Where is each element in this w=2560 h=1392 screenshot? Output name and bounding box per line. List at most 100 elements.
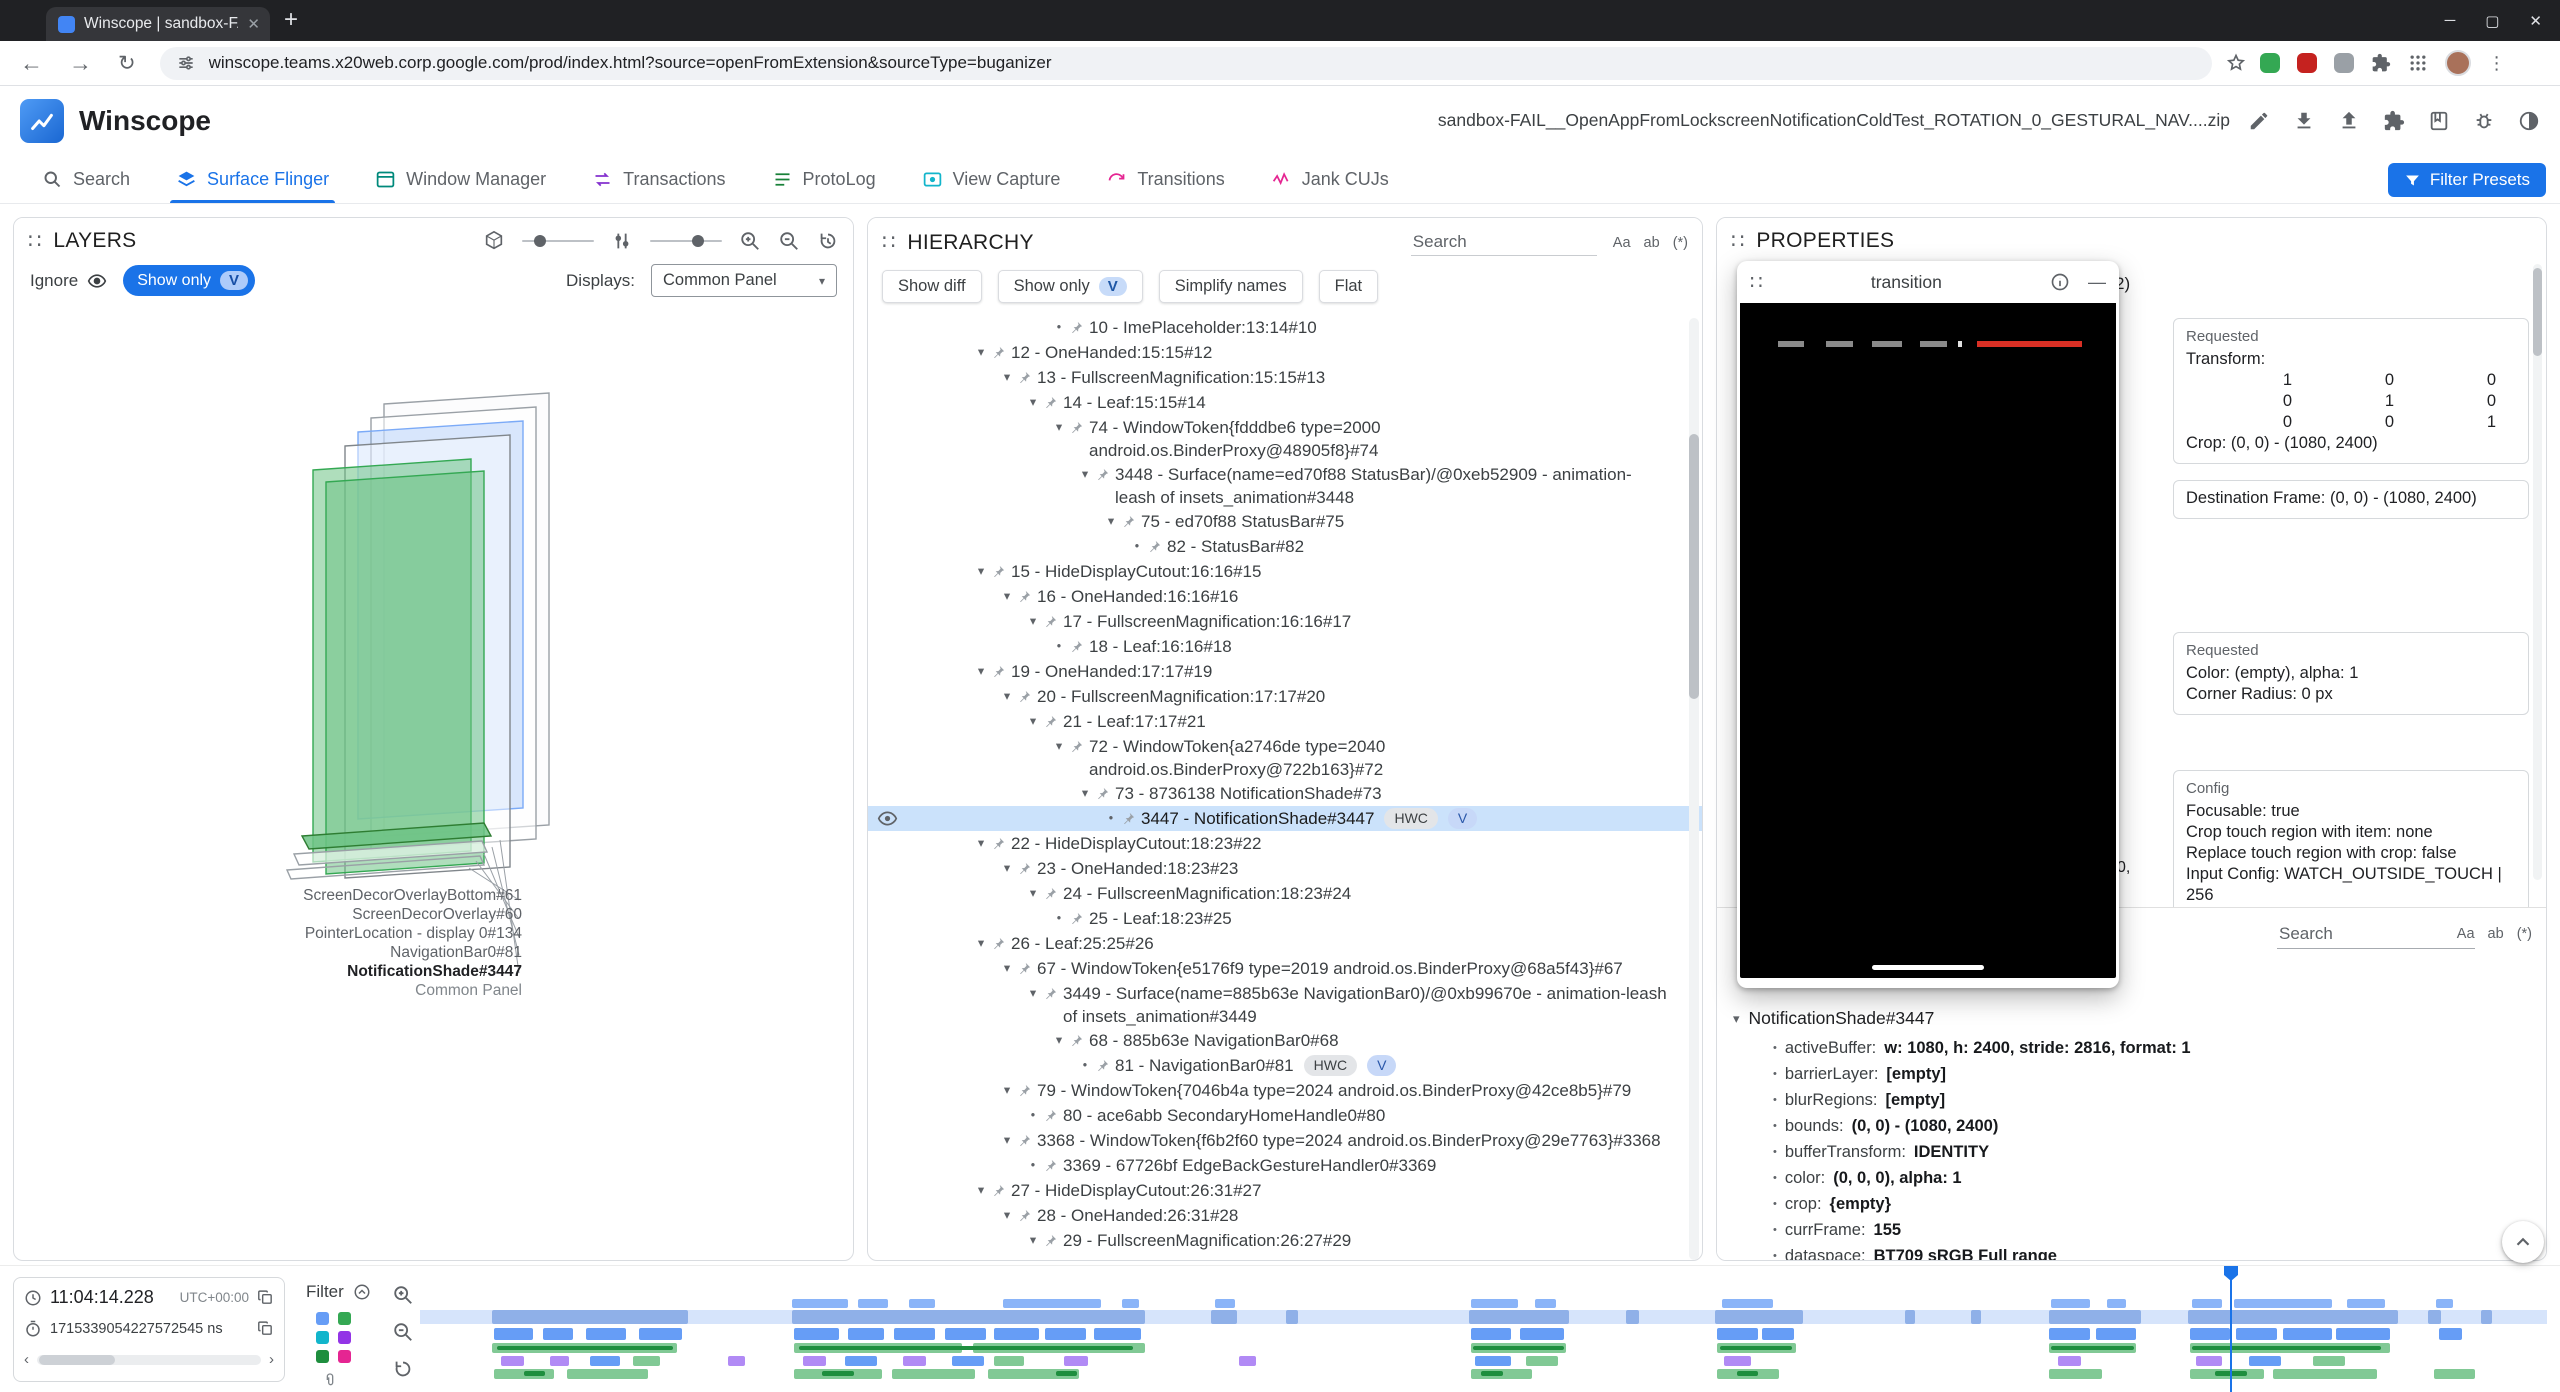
transactions-trace-icon[interactable]	[338, 1331, 351, 1344]
nav-tab-transactions[interactable]: Transactions	[592, 155, 725, 203]
timeline-filter-button[interactable]: Filter	[306, 1282, 371, 1302]
nav-tab-surface-flinger[interactable]: Surface Flinger	[176, 155, 329, 203]
hierarchy-node[interactable]: ▾14 - Leaf:15:15#14	[868, 390, 1702, 415]
show-only-visible-toggle[interactable]: Show only V	[123, 265, 255, 296]
zoom-in-icon[interactable]	[739, 230, 761, 252]
chevron-down-icon[interactable]: ▾	[1075, 782, 1095, 805]
timeline-segment[interactable]	[2313, 1356, 2345, 1366]
timeline-segment[interactable]	[1475, 1356, 1511, 1366]
copy-icon[interactable]	[257, 1289, 274, 1306]
timeline-segment[interactable]	[2283, 1328, 2332, 1340]
minimize-icon[interactable]: —	[2088, 272, 2106, 293]
apps-grid-icon[interactable]	[2408, 53, 2428, 73]
pin-icon[interactable]	[1017, 589, 1032, 604]
timeline-segment[interactable]	[1094, 1328, 1141, 1340]
chevron-down-icon[interactable]: ▾	[971, 560, 991, 583]
timeline-segment[interactable]	[1211, 1310, 1237, 1324]
hierarchy-node[interactable]: ▾72 - WindowToken{a2746de type=2040 andr…	[868, 734, 1702, 781]
pin-icon[interactable]	[991, 564, 1006, 579]
timeline-segment[interactable]	[799, 1346, 1133, 1350]
chevron-down-icon[interactable]: ▾	[1049, 416, 1069, 439]
zoom-out-icon[interactable]	[778, 230, 800, 252]
timeline-segment[interactable]	[492, 1310, 688, 1324]
pin-icon[interactable]	[1043, 614, 1058, 629]
chevron-down-icon[interactable]: ▾	[1101, 510, 1121, 533]
pin-icon[interactable]	[991, 664, 1006, 679]
nav-tab-transitions[interactable]: Transitions	[1106, 155, 1224, 203]
hierarchy-node[interactable]: ▾28 - OneHanded:26:31#28	[868, 1203, 1702, 1228]
nav-tab-search[interactable]: Search	[42, 155, 130, 203]
timeline-tracks[interactable]	[420, 1266, 2547, 1392]
hierarchy-node[interactable]: •82 - StatusBar#82	[868, 534, 1702, 559]
timeline-segment[interactable]	[2192, 1299, 2222, 1308]
chevron-down-icon[interactable]: ▾	[1023, 710, 1043, 733]
extension-icon-red[interactable]	[2297, 53, 2317, 73]
tab-close-icon[interactable]: ✕	[247, 15, 260, 33]
hierarchy-node[interactable]: •30 - Leaf:26:27#30	[868, 1253, 1702, 1255]
timeline-segment[interactable]	[2051, 1299, 2089, 1308]
pin-icon[interactable]	[1043, 986, 1058, 1001]
timeline-segment[interactable]	[2049, 1328, 2089, 1340]
pin-icon[interactable]	[1043, 886, 1058, 901]
properties-scrollbar[interactable]	[2533, 264, 2542, 880]
hierarchy-node[interactable]: ▾26 - Leaf:25:25#26	[868, 931, 1702, 956]
chevron-down-icon[interactable]: ▾	[1733, 1011, 1740, 1027]
chevron-down-icon[interactable]: ▾	[1049, 1029, 1069, 1052]
timeline-segment[interactable]	[728, 1356, 745, 1366]
chevron-down-icon[interactable]: ▾	[997, 857, 1017, 880]
scroll-left-icon[interactable]: ‹	[24, 1351, 29, 1368]
forward-icon[interactable]: →	[69, 50, 92, 77]
hierarchy-node[interactable]: ▾68 - 885b63e NavigationBar0#68	[868, 1028, 1702, 1053]
chevron-down-icon[interactable]: ▾	[997, 1204, 1017, 1227]
report-bug-icon[interactable]	[2473, 110, 2495, 132]
timeline-segment[interactable]	[1526, 1356, 1558, 1366]
timeline-segment[interactable]	[1971, 1310, 1982, 1324]
hierarchy-node[interactable]: ▾17 - FullscreenMagnification:16:16#17	[868, 609, 1702, 634]
download-icon[interactable]	[2293, 110, 2315, 132]
chevron-down-icon[interactable]: ▾	[1023, 982, 1043, 1005]
timeline-segment[interactable]	[543, 1328, 573, 1340]
search-flag---icon[interactable]: (*)	[1673, 235, 1688, 251]
hierarchy-node[interactable]: •25 - Leaf:18:23#25	[868, 906, 1702, 931]
timeline-segment[interactable]	[1762, 1328, 1794, 1340]
layer-label[interactable]: PointerLocation - display 0#134	[242, 924, 522, 943]
pin-icon[interactable]	[1069, 320, 1084, 335]
timeline-segment[interactable]	[550, 1356, 569, 1366]
timeline-segment[interactable]	[2051, 1346, 2134, 1350]
hierarchy-node[interactable]: ▾27 - HideDisplayCutout:26:31#27	[868, 1178, 1702, 1203]
viewcapture-trace-icon[interactable]	[316, 1331, 329, 1344]
pin-icon[interactable]	[991, 345, 1006, 360]
browser-tab[interactable]: Winscope | sandbox-FAIL ✕	[46, 7, 270, 41]
timeline-cursor[interactable]	[2230, 1266, 2232, 1392]
timeline-segment[interactable]	[792, 1310, 1145, 1324]
search-flag-ab-icon[interactable]: ab	[1644, 235, 1660, 251]
chevron-down-icon[interactable]: ▾	[997, 957, 1017, 980]
panel-drag-handle-icon[interactable]: ∷	[28, 231, 41, 252]
timeline-segment[interactable]	[1471, 1328, 1511, 1340]
timeline-segment[interactable]	[2192, 1346, 2381, 1350]
timeline-segment[interactable]	[2188, 1310, 2399, 1324]
timeline-segment[interactable]	[845, 1356, 877, 1366]
timestamp-ns[interactable]: 1715339054227572545 ns	[50, 1321, 223, 1337]
pin-icon[interactable]	[1017, 961, 1032, 976]
timeline-segment[interactable]	[794, 1328, 839, 1340]
pin-icon[interactable]	[1121, 811, 1136, 826]
properties-root-node[interactable]: ▾ NotificationShade#3447	[1733, 1008, 1934, 1029]
timeline-segment[interactable]	[497, 1346, 674, 1350]
pin-icon[interactable]	[1017, 689, 1032, 704]
reset-view-icon[interactable]	[817, 230, 839, 252]
hierarchy-node[interactable]: ▾73 - 8736138 NotificationShade#73	[868, 781, 1702, 806]
timeline-segment[interactable]	[2049, 1310, 2140, 1324]
pin-icon[interactable]	[1069, 739, 1084, 754]
timeline-segment[interactable]	[2336, 1328, 2389, 1340]
pin-icon[interactable]	[1069, 911, 1084, 926]
layer-label[interactable]: NotificationShade#3447	[242, 962, 522, 981]
pin-icon[interactable]	[1147, 539, 1162, 554]
search-flag-aa-icon[interactable]: Aa	[1613, 235, 1631, 251]
timeline-segment[interactable]	[1722, 1299, 1773, 1308]
timeline-segment[interactable]	[792, 1299, 847, 1308]
reload-icon[interactable]: ↻	[118, 51, 136, 76]
chevron-down-icon[interactable]: ▾	[997, 585, 1017, 608]
transitions-trace-icon[interactable]	[338, 1350, 351, 1363]
chevron-down-icon[interactable]: ▾	[971, 1179, 991, 1202]
